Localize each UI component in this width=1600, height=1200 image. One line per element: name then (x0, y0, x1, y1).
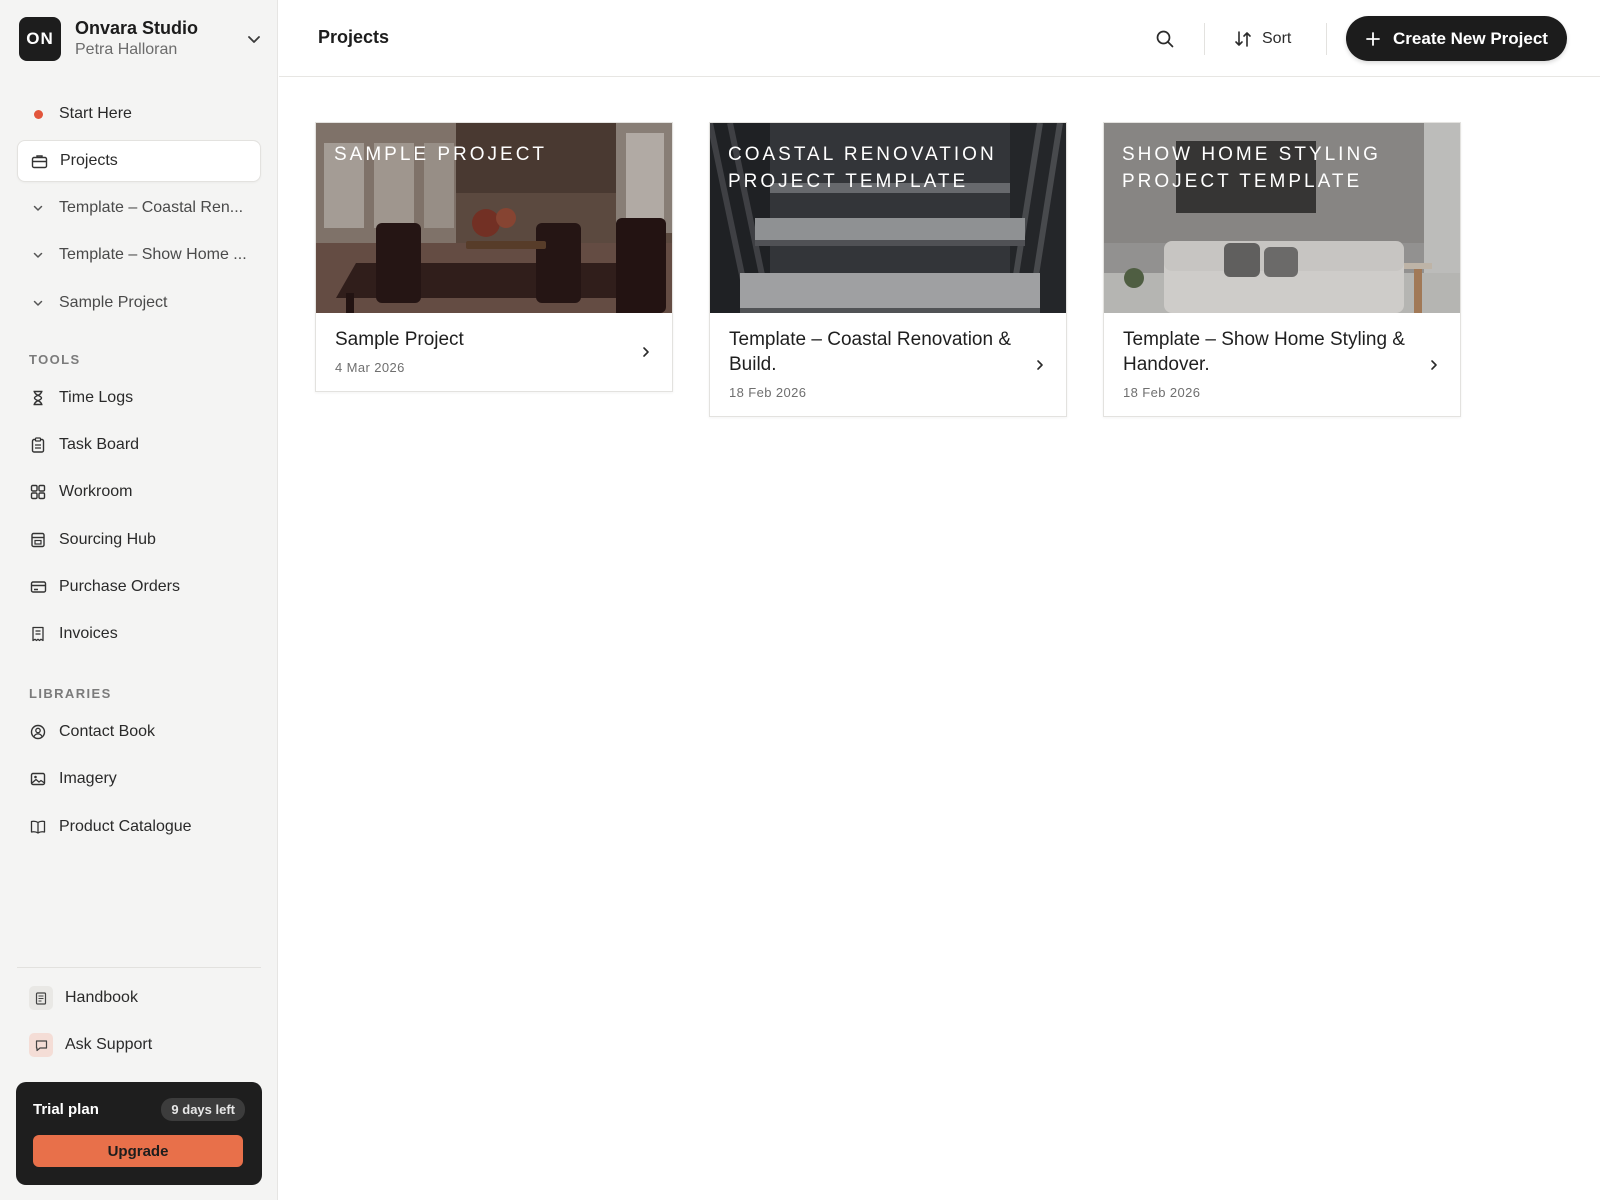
document-icon (29, 986, 53, 1010)
image-icon (29, 770, 47, 788)
project-card[interactable]: COASTAL RENOVATION PROJECT TEMPLATE Temp… (709, 122, 1067, 417)
plus-icon (1365, 31, 1381, 47)
status-dot-icon (29, 105, 47, 123)
sidebar-item-label: Sourcing Hub (59, 531, 156, 548)
workspace-info: Onvara Studio Petra Halloran (75, 17, 244, 61)
sort-button[interactable]: Sort (1234, 25, 1291, 53)
briefcase-icon (30, 152, 48, 170)
project-card[interactable]: SAMPLE PROJECT Sample Project 4 Mar 2026 (315, 122, 673, 392)
sidebar-item-project-sample[interactable]: Sample Project (17, 282, 261, 324)
book-open-icon (29, 818, 47, 836)
project-card-title: Template – Coastal Renovation & Build. (729, 329, 1011, 375)
page-title: Projects (318, 27, 390, 47)
ask-support-link[interactable]: Ask Support (29, 1030, 152, 1060)
sidebar-item-label: Invoices (59, 625, 118, 642)
sidebar-item-project-coastal[interactable]: Template – Coastal Ren... (17, 187, 261, 229)
sort-arrows-icon (1234, 30, 1252, 48)
project-card-body: Template – Show Home Styling & Handover.… (1104, 313, 1460, 416)
trial-plan-title: Trial plan (33, 1101, 99, 1118)
sidebar-item-invoices[interactable]: Invoices (17, 613, 261, 655)
project-card-body: Template – Coastal Renovation & Build. 1… (710, 313, 1066, 416)
workspace-switcher[interactable]: ON Onvara Studio Petra Halloran (19, 17, 264, 61)
hourglass-icon (29, 389, 47, 407)
sidebar-item-start-here[interactable]: Start Here (17, 93, 261, 135)
project-card-date: 4 Mar 2026 (335, 360, 405, 375)
sidebar-item-label: Template – Coastal Ren... (59, 199, 244, 216)
chevron-down-icon[interactable] (29, 294, 47, 312)
sidebar-item-label: Sample Project (59, 294, 168, 311)
sidebar-item-label: Contact Book (59, 723, 156, 740)
project-card-image-dining-room: SAMPLE PROJECT (316, 123, 672, 313)
chat-bubble-icon (29, 1033, 53, 1057)
project-card-date: 18 Feb 2026 (1123, 385, 1201, 400)
chevron-down-icon[interactable] (29, 199, 47, 217)
section-label-libraries: LIBRARIES (29, 686, 112, 701)
trial-days-badge: 9 days left (161, 1098, 245, 1121)
header-divider (1204, 23, 1205, 55)
chevron-right-icon[interactable] (1426, 357, 1442, 373)
chevron-down-icon[interactable] (29, 246, 47, 264)
sidebar-item-label: Workroom (59, 483, 133, 500)
project-card-overlay-title: SHOW HOME STYLING PROJECT TEMPLATE (1122, 144, 1381, 192)
ask-support-label: Ask Support (65, 1036, 153, 1053)
chevron-right-icon[interactable] (638, 344, 654, 360)
trial-plan-card: Trial plan 9 days left Upgrade (16, 1082, 262, 1185)
sidebar-item-label: Template – Show Home ... (59, 246, 247, 263)
top-bar: Projects Sort Create New Project (279, 0, 1600, 77)
project-card-body: Sample Project 4 Mar 2026 (316, 313, 672, 391)
sidebar-item-project-show-home[interactable]: Template – Show Home ... (17, 234, 261, 276)
create-new-project-button[interactable]: Create New Project (1346, 16, 1567, 61)
chevron-right-icon[interactable] (1032, 357, 1048, 373)
project-card-image-staircase: COASTAL RENOVATION PROJECT TEMPLATE (710, 123, 1066, 313)
store-icon (29, 531, 47, 549)
project-card-overlay-title: SAMPLE PROJECT (334, 144, 548, 165)
credit-card-icon (29, 578, 47, 596)
sidebar-item-projects[interactable]: Projects (17, 140, 261, 182)
project-card-title: Template – Show Home Styling & Handover. (1123, 329, 1405, 375)
sidebar-item-imagery[interactable]: Imagery (17, 758, 261, 800)
handbook-label: Handbook (65, 989, 138, 1006)
sidebar-item-label: Purchase Orders (59, 578, 180, 595)
upgrade-button[interactable]: Upgrade (33, 1135, 243, 1167)
workspace-name: Onvara Studio (75, 18, 199, 38)
clipboard-icon (29, 436, 47, 454)
sidebar-item-sourcing-hub[interactable]: Sourcing Hub (17, 519, 261, 561)
project-card-image-living-room: SHOW HOME STYLING PROJECT TEMPLATE (1104, 123, 1460, 313)
sidebar-divider (17, 967, 261, 968)
user-circle-icon (29, 723, 47, 741)
sidebar-item-purchase-orders[interactable]: Purchase Orders (17, 566, 261, 608)
sidebar-item-product-catalogue[interactable]: Product Catalogue (17, 806, 261, 848)
section-label-tools: TOOLS (29, 352, 81, 367)
chevron-down-icon[interactable] (244, 29, 264, 49)
create-new-project-label: Create New Project (1393, 28, 1548, 48)
header-divider (1326, 23, 1327, 55)
workspace-user: Petra Halloran (75, 41, 178, 58)
project-card[interactable]: SHOW HOME STYLING PROJECT TEMPLATE Templ… (1103, 122, 1461, 417)
handbook-link[interactable]: Handbook (29, 983, 138, 1013)
sidebar-item-time-logs[interactable]: Time Logs (17, 377, 261, 419)
sidebar-item-label: Imagery (59, 770, 117, 787)
project-card-title: Sample Project (335, 329, 464, 350)
grid-icon (29, 483, 47, 501)
sidebar-item-label: Task Board (59, 436, 140, 453)
project-card-overlay-title: COASTAL RENOVATION PROJECT TEMPLATE (728, 144, 997, 192)
sidebar-item-contact-book[interactable]: Contact Book (17, 711, 261, 753)
sidebar-item-task-board[interactable]: Task Board (17, 424, 261, 466)
sidebar-item-label: Start Here (59, 105, 132, 122)
search-icon (1155, 29, 1175, 49)
sidebar: ON Onvara Studio Petra Halloran Start He… (0, 0, 278, 1200)
workspace-avatar: ON (19, 17, 61, 61)
project-card-date: 18 Feb 2026 (729, 385, 807, 400)
sidebar-item-workroom[interactable]: Workroom (17, 471, 261, 513)
sidebar-item-label: Product Catalogue (59, 818, 192, 835)
search-button[interactable] (1151, 25, 1179, 53)
receipt-icon (29, 625, 47, 643)
sidebar-item-label: Time Logs (59, 389, 134, 406)
sort-label: Sort (1262, 30, 1292, 47)
sidebar-item-label: Projects (60, 152, 118, 169)
